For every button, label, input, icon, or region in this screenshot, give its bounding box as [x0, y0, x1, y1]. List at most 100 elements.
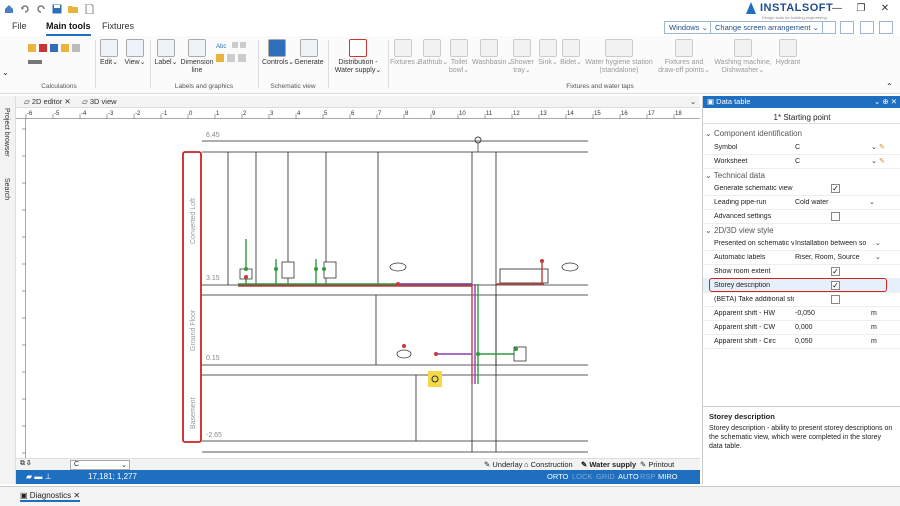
ruler-tick-label: -4 [81, 111, 87, 117]
status-icons[interactable]: ▰ ▬ ⊥ [26, 472, 52, 481]
miro-toggle[interactable]: MIRO [658, 472, 678, 481]
undo-icon[interactable] [20, 4, 30, 14]
ruler-tick-label: 9 [432, 111, 436, 117]
save-icon[interactable] [52, 4, 62, 14]
sink-icon [539, 39, 557, 57]
left-dock-strip: Project browser Search [0, 96, 16, 484]
row-advanced-settings[interactable]: Advanced settings [703, 210, 900, 224]
construction-toggle[interactable]: ⌂ Construction [524, 460, 573, 469]
chevron-down-icon[interactable]: ⌄ [869, 198, 875, 206]
row-worksheet[interactable]: Worksheet C ⌄ ✎ [703, 155, 900, 169]
row-symbol[interactable]: Symbol C ⌄ ✎ [703, 141, 900, 155]
redo-icon[interactable] [36, 4, 46, 14]
row-automatic-labels[interactable]: Automatic labels Riser, Room, Source ⌄ [703, 251, 900, 265]
category-view-style[interactable]: ⌄ 2D/3D view style [705, 226, 774, 235]
view-button[interactable]: View⌄ [124, 39, 146, 67]
tabs-menu-icon[interactable]: ⌄ [690, 97, 696, 106]
hygiene-station-button[interactable]: Water hygiene station (standalone) [584, 39, 654, 75]
shower-tray-button[interactable]: Shower tray⌄ [508, 39, 536, 75]
row-show-room-extent[interactable]: Show room extent ✓ [703, 265, 900, 279]
tab-main-tools[interactable]: Main tools [46, 21, 91, 36]
open-folder-icon[interactable] [68, 4, 78, 14]
help-icon[interactable] [860, 21, 874, 34]
chevron-down-icon[interactable]: ⌄ [871, 143, 877, 151]
chevron-down-icon[interactable]: ⌄ [875, 239, 881, 247]
row-beta-additional[interactable]: (BETA) Take additional sto [703, 293, 900, 307]
windows-dropdown[interactable]: Windows ⌄ [664, 21, 713, 34]
project-browser-tab[interactable]: Project browser [3, 108, 10, 157]
chevron-up-icon[interactable]: ⌃ [886, 82, 893, 91]
grid-toggle[interactable]: GRID [596, 472, 615, 481]
ribbon-separator [150, 40, 151, 88]
edit-button[interactable]: Edit⌄ [98, 39, 120, 67]
tab-file[interactable]: File [12, 21, 27, 31]
row-generate-schematic[interactable]: Generate schematic view ✓ [703, 182, 900, 196]
database-icon[interactable] [840, 21, 854, 34]
tab-2d-editor[interactable]: ▱ 2D editor ✕ [24, 97, 71, 106]
tab-3d-view[interactable]: ▱ 3D view [82, 97, 117, 106]
screen-arrangement-dropdown[interactable]: Change screen arrangement ⌄ [710, 21, 824, 34]
search-tab[interactable]: Search [3, 178, 10, 200]
fixtures-button[interactable]: Fixtures⌄ [390, 39, 421, 67]
row-presented-on-schematic[interactable]: Presented on schematic v Installation bet… [703, 237, 900, 251]
chevron-down-icon[interactable]: ⌄ [2, 68, 9, 77]
distribution-water-supply-button[interactable]: Distribution - Water supply⌄ [332, 39, 384, 75]
rsp-toggle[interactable]: RSP [640, 472, 655, 481]
layout-icon[interactable] [822, 21, 836, 34]
starting-point-icon[interactable] [474, 136, 482, 144]
row-apparent-shift-cw[interactable]: Apparent shift - CW 0,000 m [703, 321, 900, 335]
home-icon[interactable] [4, 4, 14, 14]
category-technical-data[interactable]: ⌄ Technical data [705, 171, 765, 180]
category-component-identification[interactable]: ⌄ Component identification [705, 129, 802, 138]
selected-element[interactable] [428, 371, 442, 387]
label-button[interactable]: Label⌄ [154, 39, 178, 67]
generate-button[interactable]: Generate [294, 39, 324, 67]
schematic-drawing[interactable]: 6.45 3.15 0.15 -2.65 Converted Loft Grou… [26, 119, 700, 458]
auto-toggle[interactable]: AUTO [618, 472, 639, 481]
row-key: Automatic labels [714, 254, 766, 261]
tab-fixtures[interactable]: Fixtures [102, 21, 134, 31]
water-supply-toggle[interactable]: ✎ Water supply [581, 460, 636, 469]
checkbox-checked[interactable]: ✓ [831, 184, 840, 193]
checkbox-checked[interactable]: ✓ [831, 267, 840, 276]
fixtures-group[interactable] [239, 261, 579, 362]
checkbox-unchecked[interactable] [831, 295, 840, 304]
ortho-toggle[interactable]: ORTO [547, 472, 568, 481]
controls-button[interactable]: Controls⌄ [262, 39, 294, 67]
checkbox-unchecked[interactable] [831, 212, 840, 221]
chevron-down-icon[interactable]: ⌄ [875, 253, 881, 261]
chevron-down-icon[interactable]: ⌄ [871, 157, 877, 165]
toilet-bowl-button[interactable]: Toilet bowl⌄ [448, 39, 470, 75]
restore-button[interactable]: ❐ [854, 3, 868, 15]
layer-select[interactable]: C ⌄ [70, 460, 130, 470]
row-apparent-shift-hw[interactable]: Apparent shift - HW -0,050 m [703, 307, 900, 321]
pencil-icon[interactable]: ✎ [879, 157, 885, 165]
collapse-ribbon-icon[interactable] [879, 21, 893, 34]
level-label: 0.15 [206, 355, 220, 362]
washbasin-button[interactable]: Washbasin⌄ [472, 39, 512, 67]
fixtures-drawoff-button[interactable]: Fixtures and draw-off points⌄ [656, 39, 712, 75]
washing-machine-button[interactable]: Washing machine, Dishwasher⌄ [714, 39, 772, 75]
calculation-tools-icons[interactable] [28, 42, 92, 72]
lock-toggle[interactable]: LOCK [572, 472, 592, 481]
dimension-line-button[interactable]: Dimension line [180, 39, 214, 75]
new-file-icon[interactable] [84, 3, 94, 15]
minimize-button[interactable]: — [830, 3, 844, 15]
pencil-icon[interactable]: ✎ [879, 143, 885, 151]
hydrant-button[interactable]: Hydrant [774, 39, 802, 67]
sink-button[interactable]: Sink⌄ [538, 39, 558, 67]
layers-icon[interactable]: ⧉ ⇩ [20, 460, 31, 468]
diagnostics-tab[interactable]: ▣ Diagnostics ✕ [20, 491, 81, 502]
bidet-button[interactable]: Bidet⌄ [560, 39, 582, 67]
printout-toggle[interactable]: ✎ Printout [640, 460, 674, 469]
close-button[interactable]: ✕ [878, 3, 892, 15]
row-value: C [795, 144, 801, 151]
drawing-canvas[interactable]: 6.45 3.15 0.15 -2.65 Converted Loft Grou… [26, 119, 700, 458]
row-apparent-shift-circ[interactable]: Apparent shift - Circ 0,050 m [703, 335, 900, 349]
underlay-toggle[interactable]: ✎ Underlay [484, 460, 522, 469]
graphics-tools-icons[interactable]: Abc [216, 40, 252, 68]
bathtub-button[interactable]: Bathtub⌄ [418, 39, 448, 67]
panel-controls[interactable]: ⌄ ⊕ ✕ [874, 97, 897, 106]
row-leading-pipe-run[interactable]: Leading pipe-run Cold water ⌄ [703, 196, 900, 210]
pipe-runs[interactable] [238, 239, 544, 384]
